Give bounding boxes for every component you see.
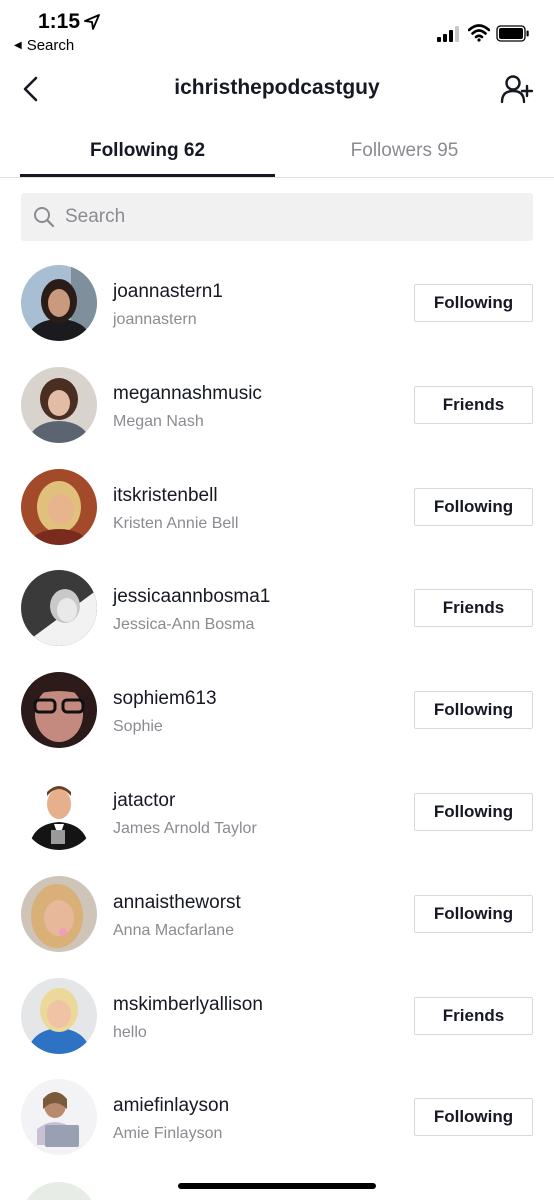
search-input[interactable]: Search <box>21 193 533 241</box>
list-item[interactable]: megannashmusic Megan Nash Friends <box>0 354 554 456</box>
following-button[interactable]: Following <box>414 691 533 730</box>
search-icon <box>34 207 55 228</box>
tab-following[interactable]: Following 62 <box>20 124 275 177</box>
username: jessicaannbosma1 <box>113 586 271 608</box>
username: amiefinlayson <box>113 1095 230 1117</box>
home-indicator[interactable] <box>178 1183 376 1189</box>
back-app-label: Search <box>26 37 75 54</box>
avatar <box>21 773 97 850</box>
battery-icon <box>496 25 529 42</box>
avatar <box>21 570 97 647</box>
display-name: Jessica-Ann Bosma <box>113 616 255 634</box>
username: megannashmusic <box>113 382 262 404</box>
following-button[interactable]: Following <box>414 284 533 322</box>
tab-followers[interactable]: Followers 95 <box>277 124 532 177</box>
display-name: Kristen Annie Bell <box>113 514 239 532</box>
status-time: 1:15 <box>38 10 81 33</box>
display-name: Sophie <box>113 718 163 736</box>
nav-header: ichristhepodcastguy <box>0 60 554 118</box>
following-button[interactable]: Following <box>414 792 533 831</box>
friends-button[interactable]: Friends <box>414 996 533 1035</box>
add-user-icon[interactable] <box>500 74 534 104</box>
avatar <box>21 366 97 443</box>
following-button[interactable]: Following <box>414 1098 533 1137</box>
back-to-app-link[interactable]: ◀ Search <box>14 37 74 54</box>
list-item[interactable]: itskristenbell Kristen Annie Bell Follow… <box>0 456 554 558</box>
location-arrow-icon <box>84 14 100 30</box>
status-bar: 1:15 ◀ Search <box>0 0 554 60</box>
avatar <box>21 1182 97 1200</box>
avatar <box>21 468 97 545</box>
display-name: Megan Nash <box>113 412 204 430</box>
list-item[interactable]: amiefinlayson Amie Finlayson Following <box>0 1066 554 1168</box>
list-item[interactable]: jessicaannbosma1 Jessica-Ann Bosma Frien… <box>0 557 554 659</box>
avatar <box>21 265 97 341</box>
avatar <box>21 977 97 1054</box>
following-button[interactable]: Following <box>414 894 533 933</box>
display-name: James Arnold Taylor <box>113 819 257 837</box>
friends-button[interactable]: Friends <box>414 385 533 424</box>
list-item[interactable]: jatactor James Arnold Taylor Following <box>0 761 554 863</box>
username: annaistheworst <box>113 891 241 913</box>
display-name: Anna Macfarlane <box>113 921 234 939</box>
avatar <box>21 672 97 749</box>
list-item[interactable]: annaistheworst Anna Macfarlane Following <box>0 863 554 965</box>
avatar <box>21 1079 97 1156</box>
display-name: joannastern <box>113 311 197 328</box>
tab-bar: Following 62 Followers 95 <box>0 124 554 178</box>
username: mskimberlyallison <box>113 993 263 1015</box>
list-item[interactable]: mskimberlyallison hello Friends <box>0 965 554 1067</box>
username: jatactor <box>113 789 176 811</box>
list-item[interactable]: joannastern1 joannastern Following <box>0 252 554 354</box>
friends-button[interactable]: Friends <box>414 589 533 628</box>
back-triangle-icon: ◀ <box>14 40 22 51</box>
display-name: hello <box>113 1023 147 1041</box>
list-item[interactable]: sophiem613 Sophie Following <box>0 659 554 761</box>
display-name: Amie Finlayson <box>113 1125 223 1143</box>
following-button[interactable]: Following <box>414 487 533 526</box>
wifi-icon <box>468 24 490 42</box>
username: itskristenbell <box>113 484 218 506</box>
page-title: ichristhepodcastguy <box>174 76 380 99</box>
username: joannastern1 <box>113 281 223 302</box>
search-placeholder: Search <box>65 206 126 227</box>
avatar <box>21 875 97 952</box>
active-tab-indicator <box>20 174 275 177</box>
username: sophiem613 <box>113 688 217 710</box>
cellular-signal-icon <box>437 26 459 42</box>
following-list: joannastern1 joannastern Following megan… <box>0 252 554 1168</box>
